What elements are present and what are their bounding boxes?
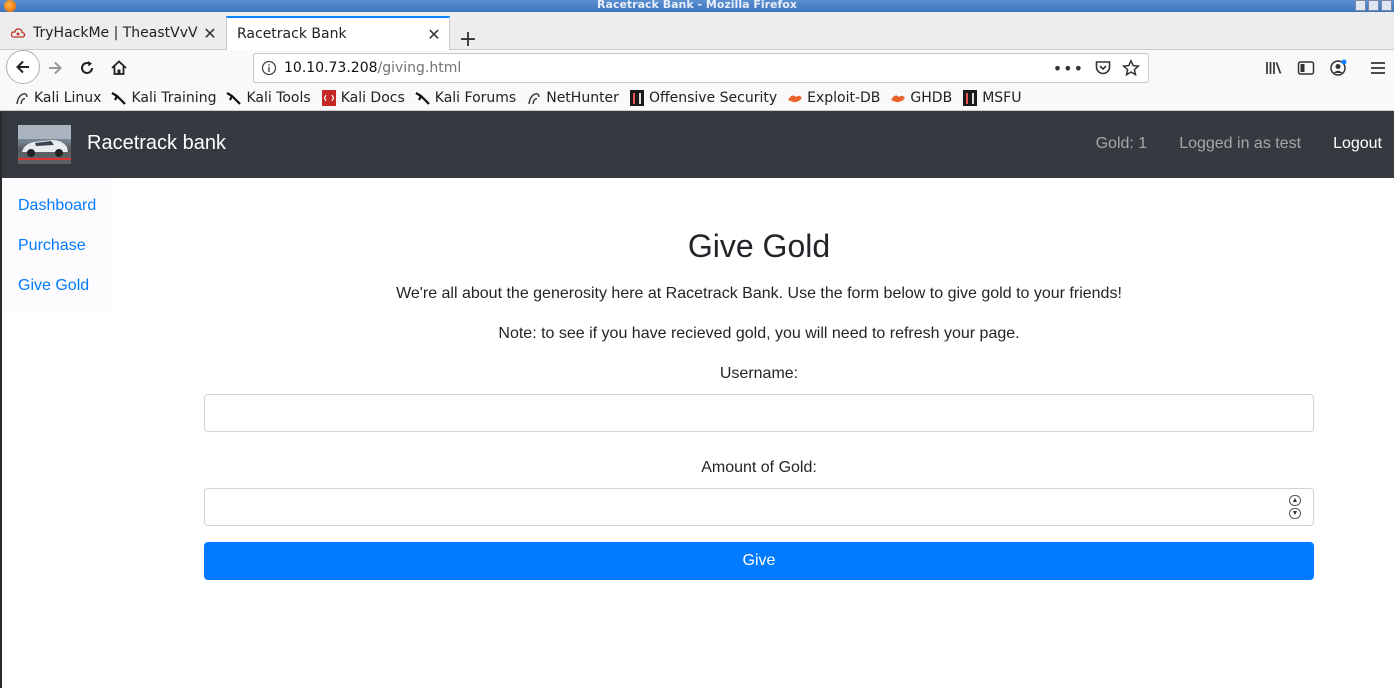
- kali-dragon-icon: [14, 90, 30, 106]
- offsec-icon: [629, 90, 645, 106]
- page-viewport: Racetrack bank Gold: 1 Logged in as test…: [0, 111, 1394, 688]
- page-title: Give Gold: [687, 228, 831, 264]
- tryhackme-cloud-icon: [10, 28, 26, 38]
- note-text: Note: to see if you have recieved gold, …: [498, 325, 1020, 342]
- give-gold-form: Give Gold We're all about the generosity…: [204, 178, 1314, 580]
- bookmark-msfu[interactable]: MSFU: [962, 90, 1021, 106]
- bookmark-kali-training[interactable]: Kali Training: [111, 90, 216, 106]
- exploitdb-icon: [787, 90, 803, 106]
- sidebar-toggle-icon[interactable]: [1290, 53, 1322, 83]
- url-path: /giving.html: [377, 60, 462, 76]
- close-window-icon[interactable]: [1381, 0, 1392, 11]
- bookmark-ghdb[interactable]: GHDB: [890, 90, 952, 106]
- username-input[interactable]: [204, 394, 1314, 432]
- kali-icon: [111, 90, 127, 106]
- bookmark-star-icon[interactable]: [1122, 59, 1140, 77]
- bookmark-kali-forums[interactable]: Kali Forums: [415, 90, 516, 106]
- bookmark-label: NetHunter: [546, 90, 619, 106]
- pocket-icon[interactable]: [1094, 59, 1112, 77]
- bookmarks-toolbar: Kali Linux Kali Training Kali Tools Kali…: [0, 86, 1394, 111]
- page-actions-icon[interactable]: •••: [1053, 59, 1084, 78]
- nav-toolbar: 10.10.73.208/giving.html •••: [0, 50, 1394, 86]
- logout-link[interactable]: Logout: [1333, 135, 1382, 153]
- bookmark-label: Exploit-DB: [807, 90, 881, 106]
- brand-logo-car-image[interactable]: [18, 125, 71, 164]
- bookmark-nethunter[interactable]: NetHunter: [526, 90, 619, 106]
- spin-down-icon[interactable]: ▼: [1289, 508, 1301, 519]
- bookmark-label: GHDB: [910, 90, 953, 106]
- bookmark-exploit-db[interactable]: Exploit-DB: [787, 90, 880, 106]
- hamburger-menu-icon[interactable]: [1362, 53, 1394, 83]
- amount-label: Amount of Gold:: [701, 459, 817, 476]
- sidebar-item-dashboard[interactable]: Dashboard: [2, 195, 112, 235]
- bookmark-label: MSFU: [982, 90, 1022, 106]
- close-tab-icon[interactable]: ✕: [199, 24, 221, 43]
- bookmark-kali-tools[interactable]: Kali Tools: [226, 90, 311, 106]
- sidebar-item-give-gold[interactable]: Give Gold: [2, 275, 112, 315]
- bookmark-label: Kali Training: [131, 90, 217, 106]
- bookmark-offensive-security[interactable]: Offensive Security: [629, 90, 777, 106]
- site-navbar: Racetrack bank Gold: 1 Logged in as test…: [2, 111, 1394, 178]
- reload-icon: [81, 61, 93, 74]
- kali-icon: [226, 90, 242, 106]
- brand-name[interactable]: Racetrack bank: [87, 132, 226, 155]
- close-tab-icon[interactable]: ✕: [423, 25, 445, 44]
- kali-icon: [415, 90, 431, 106]
- home-button[interactable]: [104, 53, 134, 83]
- minimize-icon[interactable]: [1355, 0, 1366, 11]
- give-button[interactable]: Give: [204, 542, 1314, 580]
- new-tab-plus-icon[interactable]: +: [456, 28, 480, 52]
- tab-racetrack-bank[interactable]: Racetrack Bank ✕: [226, 16, 450, 50]
- offsec-icon: [962, 90, 978, 106]
- account-icon[interactable]: [1322, 53, 1354, 83]
- logged-in-status: Logged in as test: [1179, 135, 1302, 152]
- kali-dragon-icon: [526, 90, 542, 106]
- back-arrow-icon: [16, 60, 29, 74]
- reload-button[interactable]: [72, 53, 102, 83]
- tab-label: TryHackMe | TheastVvV: [33, 25, 198, 41]
- site-info-icon[interactable]: [254, 60, 284, 76]
- bookmark-kali-docs[interactable]: Kali Docs: [321, 90, 405, 106]
- gold-balance: Gold: 1: [1095, 135, 1148, 152]
- sidebar: Dashboard Purchase Give Gold: [2, 178, 112, 312]
- home-icon: [111, 60, 127, 75]
- bookmark-label: Kali Forums: [434, 90, 517, 106]
- window-controls: [1355, 0, 1392, 11]
- maximize-icon[interactable]: [1368, 0, 1379, 11]
- tab-tryhackme[interactable]: TryHackMe | TheastVvV ✕: [0, 16, 225, 50]
- url-bar[interactable]: 10.10.73.208/giving.html •••: [253, 53, 1149, 83]
- tab-label: Racetrack Bank: [237, 26, 347, 42]
- amount-input[interactable]: ▲ ▼: [204, 488, 1314, 526]
- forward-arrow-icon: [49, 61, 62, 75]
- window-titlebar: Racetrack Bank - Mozilla Firefox: [0, 0, 1394, 12]
- intro-text: We're all about the generosity here at R…: [396, 285, 1122, 302]
- exploitdb-icon: [890, 90, 906, 106]
- bookmark-label: Kali Linux: [34, 90, 102, 106]
- bookmark-label: Offensive Security: [648, 90, 778, 106]
- number-spinner[interactable]: ▲ ▼: [1289, 495, 1301, 519]
- library-icon[interactable]: [1258, 53, 1290, 83]
- username-label: Username:: [719, 365, 799, 382]
- spin-up-icon[interactable]: ▲: [1289, 495, 1301, 506]
- url-host: 10.10.73.208: [284, 60, 378, 76]
- forward-button[interactable]: [40, 53, 70, 83]
- bookmark-label: Kali Tools: [246, 90, 311, 106]
- bookmark-kali-linux[interactable]: Kali Linux: [14, 90, 101, 106]
- bookmark-label: Kali Docs: [340, 90, 405, 106]
- sidebar-item-purchase[interactable]: Purchase: [2, 235, 112, 275]
- back-button[interactable]: [6, 50, 40, 84]
- window-title: Racetrack Bank - Mozilla Firefox: [597, 0, 797, 11]
- docs-red-icon: [321, 90, 337, 106]
- url-text: 10.10.73.208/giving.html: [284, 60, 1053, 76]
- tab-strip: TryHackMe | TheastVvV ✕ Racetrack Bank ✕…: [0, 12, 1394, 52]
